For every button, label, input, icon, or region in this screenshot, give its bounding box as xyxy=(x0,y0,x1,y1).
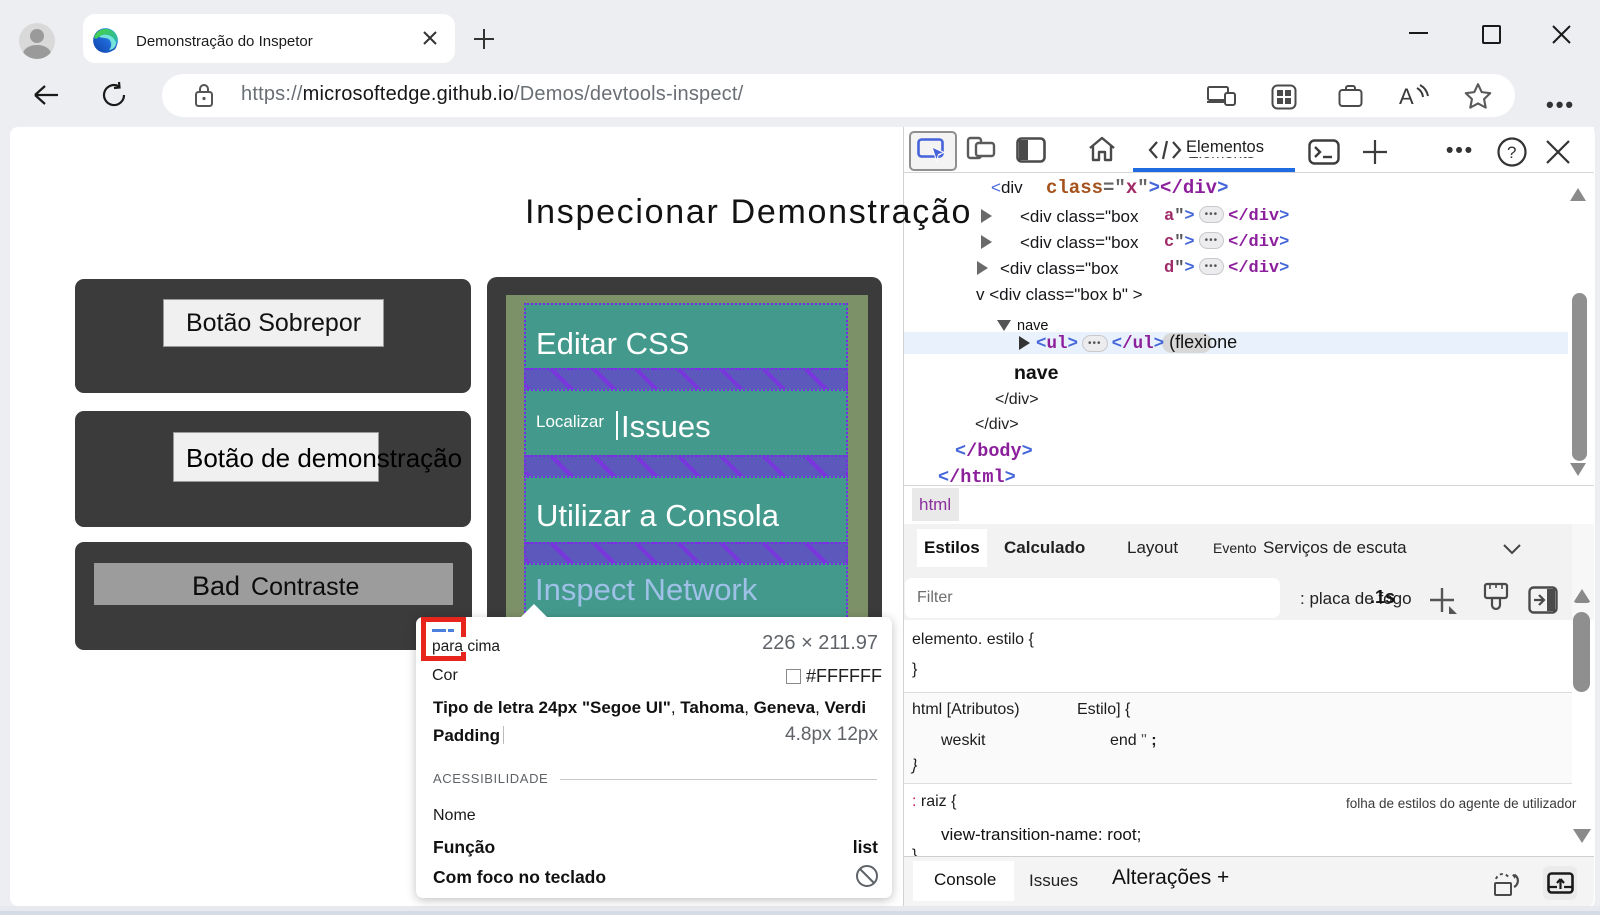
svg-text:?: ? xyxy=(1507,143,1516,162)
svg-text:A: A xyxy=(1399,84,1414,108)
